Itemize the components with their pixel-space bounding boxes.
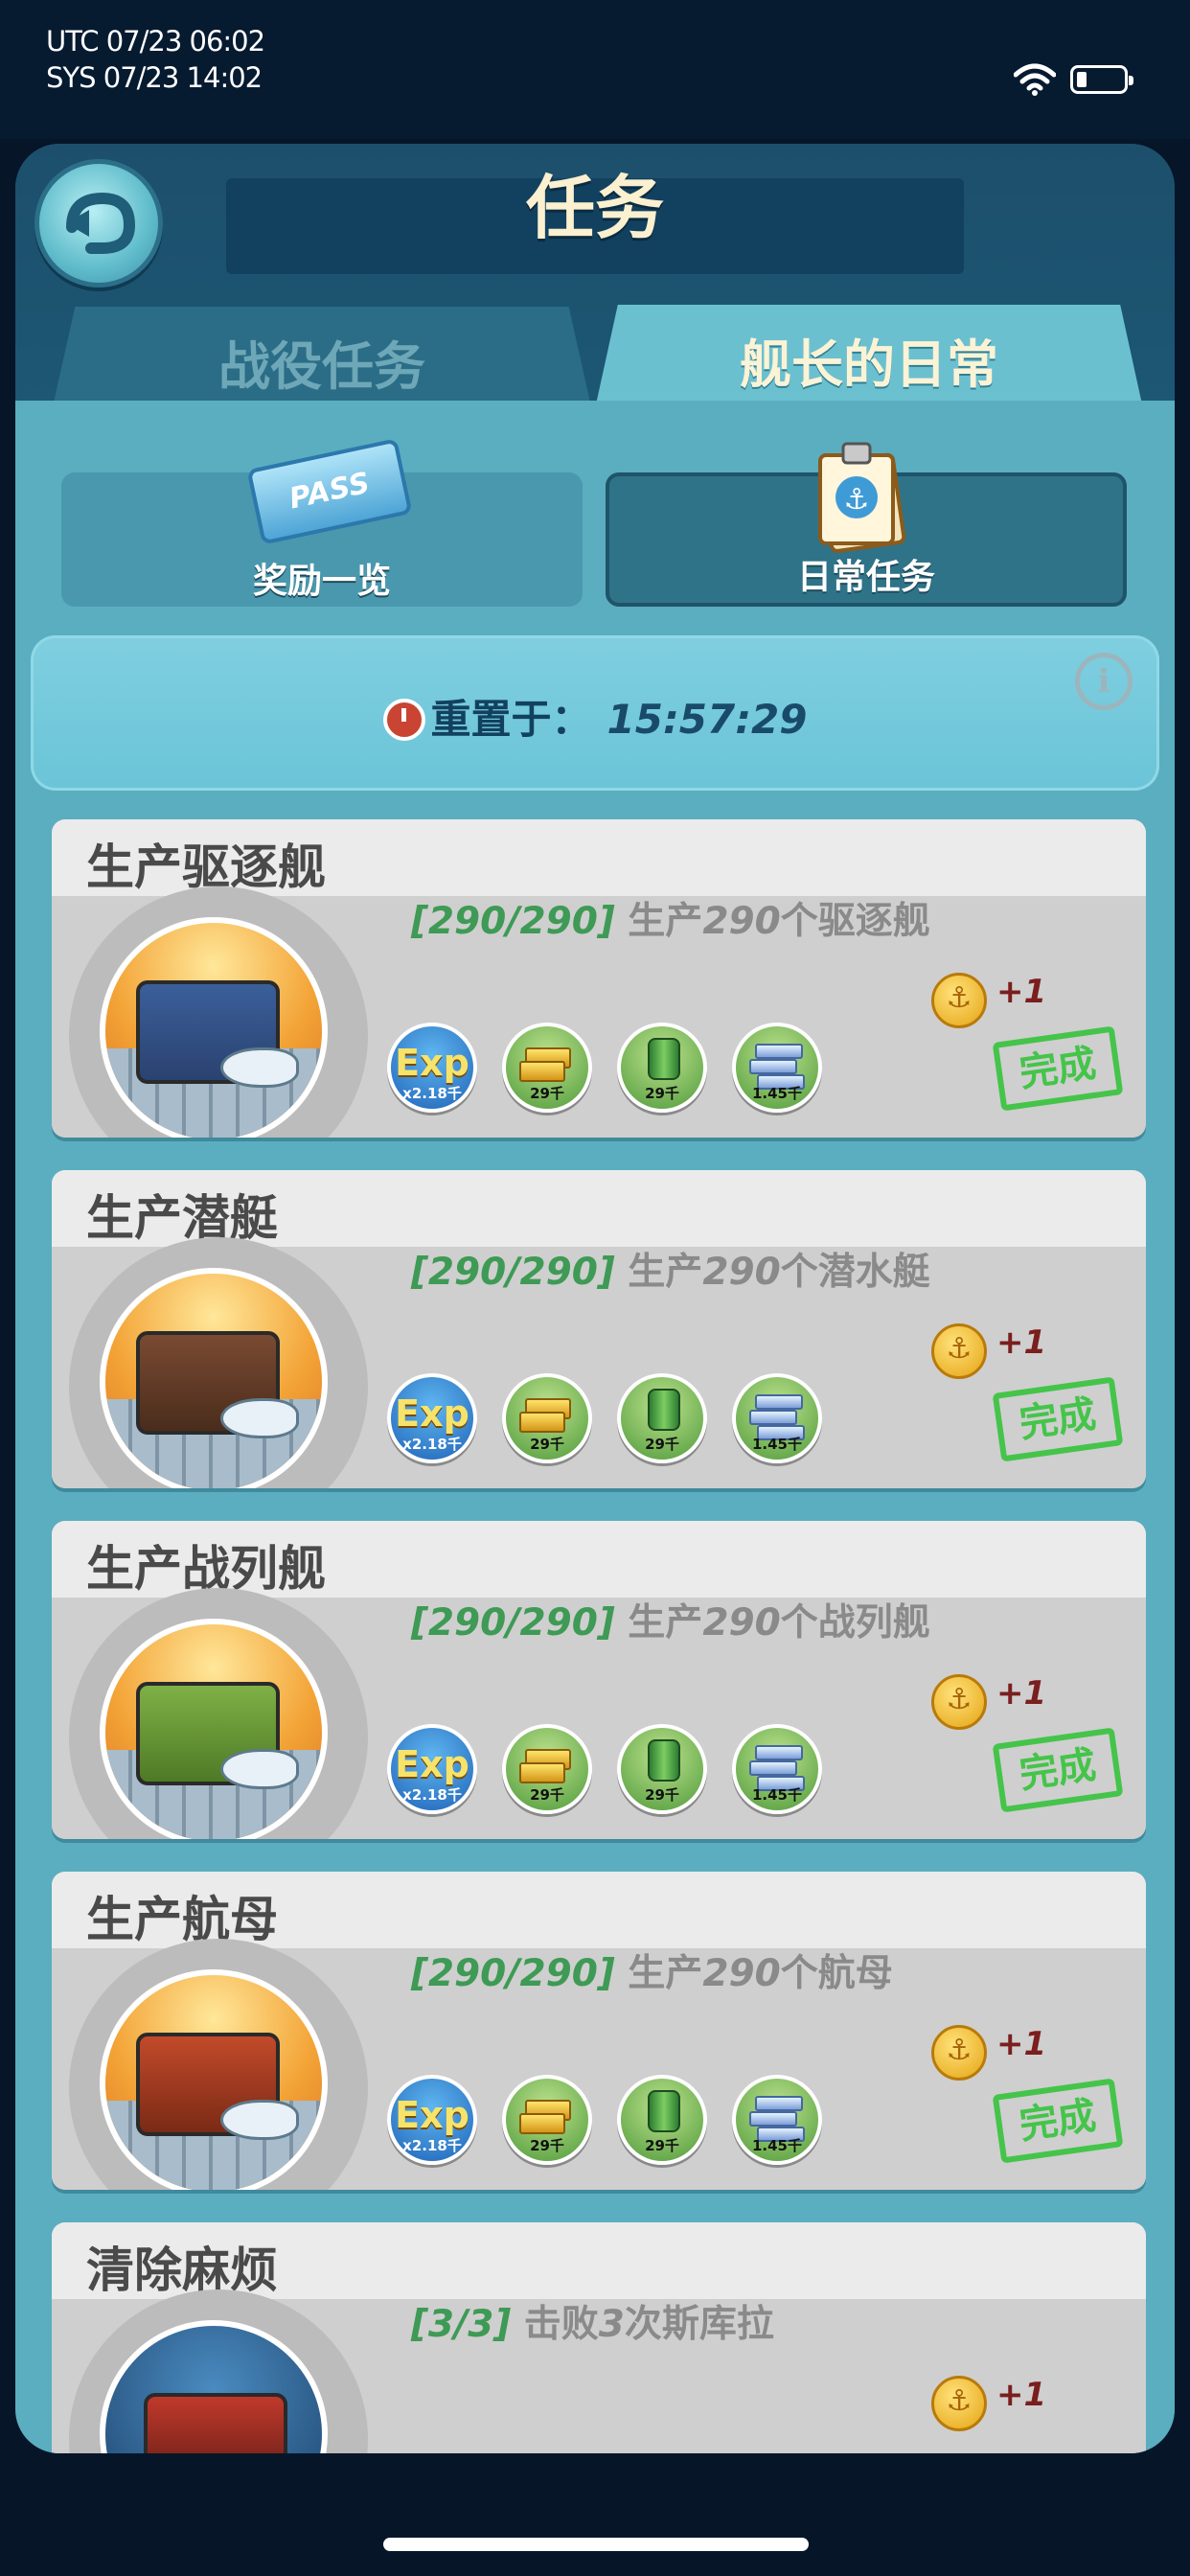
reset-label: 重置于： xyxy=(430,696,592,743)
gold-bar-icon: 29千 xyxy=(502,1724,592,1814)
oil-barrel-icon: 29千 xyxy=(617,1373,707,1463)
task-title: 清除麻烦 xyxy=(86,2242,278,2298)
coin-reward: +1 xyxy=(996,1323,1047,1362)
reset-timer-box: 重置于： 15:57:29 i xyxy=(31,635,1159,791)
sys-time: SYS 07/23 14:02 xyxy=(46,61,263,94)
oil-barrel-icon: 29千 xyxy=(617,1023,707,1113)
task-card: 生产驱逐舰 [290/290] 生产290个驱逐舰 Exp x2.18千 29千 … xyxy=(52,819,1146,1138)
gold-bar-icon: 29千 xyxy=(502,2075,592,2165)
task-progress: [290/290] xyxy=(411,1601,615,1644)
reward-amount: 29千 xyxy=(645,2137,679,2154)
reward-amount: x2.18千 xyxy=(402,1786,462,1804)
battery-icon xyxy=(1070,65,1133,94)
coin-reward: +1 xyxy=(996,2025,1047,2063)
utc-time: UTC 07/23 06:02 xyxy=(46,25,265,58)
clipboard-anchor-icon: ⚓ xyxy=(818,442,906,553)
submarine-factory-image xyxy=(100,1268,328,1488)
task-card: 生产潜艇 [290/290] 生产290个潜水艇 Exp x2.18千 29千 2… xyxy=(52,1170,1146,1488)
task-title: 生产航母 xyxy=(86,1892,278,1947)
bottom-bar xyxy=(0,2453,1190,2576)
reward-amount: x2.18千 xyxy=(402,1436,462,1453)
reset-timer: 重置于： 15:57:29 xyxy=(31,687,1159,746)
reward-amount: 29千 xyxy=(530,2137,564,2154)
tab-campaign-tasks[interactable]: 战役任务 xyxy=(54,307,590,402)
oil-barrel-icon: 29千 xyxy=(617,1724,707,1814)
back-button[interactable] xyxy=(34,159,163,288)
segment-reward-overview[interactable]: PASS 奖励一览 xyxy=(61,438,583,607)
anchor-coin-icon xyxy=(931,1674,987,1730)
reward-amount: 29千 xyxy=(530,1085,564,1102)
task-progress: [290/290] xyxy=(411,900,615,943)
steel-ingot-icon: 1.45千 xyxy=(732,1373,822,1463)
reward-amount: 29千 xyxy=(645,1436,679,1453)
steel-ingot-icon: 1.45千 xyxy=(732,1023,822,1113)
task-header: 生产驱逐舰 xyxy=(52,819,1146,896)
reward-amount: 29千 xyxy=(645,1085,679,1102)
reward-amount: x2.18千 xyxy=(402,1085,462,1102)
reward-amount: 29千 xyxy=(530,1436,564,1453)
task-header: 生产潜艇 xyxy=(52,1170,1146,1247)
gold-bar-icon: 29千 xyxy=(502,1023,592,1113)
reward-amount: 1.45千 xyxy=(751,1436,802,1453)
steel-ingot-icon: 1.45千 xyxy=(732,1724,822,1814)
tab-label: 舰长的日常 xyxy=(740,334,998,395)
task-header: 清除麻烦 xyxy=(52,2222,1146,2299)
reward-amount: 29千 xyxy=(645,1786,679,1804)
oil-barrel-icon: 29千 xyxy=(617,2075,707,2165)
task-title: 生产潜艇 xyxy=(86,1190,278,1246)
task-description: [290/290] 生产290个战列舰 xyxy=(411,1601,930,1644)
wifi-icon xyxy=(1014,63,1056,96)
segment-daily-tasks[interactable]: ⚓ 日常任务 xyxy=(606,442,1127,607)
task-header: 生产战列舰 xyxy=(52,1521,1146,1598)
task-header: 生产航母 xyxy=(52,1872,1146,1948)
info-icon[interactable]: i xyxy=(1075,653,1133,710)
tab-captain-daily[interactable]: 舰长的日常 xyxy=(596,305,1142,404)
segment-label: 日常任务 xyxy=(796,558,935,597)
status-bar: UTC 07/23 06:02 SYS 07/23 14:02 xyxy=(0,0,1190,139)
coin-reward: +1 xyxy=(996,973,1047,1011)
segment-label: 奖励一览 xyxy=(252,562,391,601)
anchor-coin-icon xyxy=(931,973,987,1028)
destroyer-factory-image xyxy=(100,917,328,1138)
task-panel: 任务 战役任务 舰长的日常 PASS 奖励一览 ⚓ 日常任务 重置于： 15:5… xyxy=(15,144,1175,2453)
exp-icon: Exp x2.18千 xyxy=(387,1373,477,1463)
coin-reward: +1 xyxy=(996,1674,1047,1713)
carrier-factory-image xyxy=(100,1969,328,2190)
anchor-coin-icon xyxy=(931,2376,987,2431)
task-card: 生产航母 [290/290] 生产290个航母 Exp x2.18千 29千 29… xyxy=(52,1872,1146,2190)
task-card: 清除麻烦 [3/3] 击败3次斯库拉 +1 xyxy=(52,2222,1146,2453)
task-description: [290/290] 生产290个航母 xyxy=(411,1952,893,1995)
tab-content: PASS 奖励一览 ⚓ 日常任务 重置于： 15:57:29 i 生产驱逐舰 [… xyxy=(15,401,1175,2453)
task-progress: [290/290] xyxy=(411,1952,615,1995)
task-description: [290/290] 生产290个驱逐舰 xyxy=(411,900,930,943)
exp-icon: Exp x2.18千 xyxy=(387,1724,477,1814)
reset-countdown: 15:57:29 xyxy=(606,696,808,743)
pass-ticket-icon: PASS xyxy=(246,438,413,545)
page-title: 任务 xyxy=(525,168,664,248)
anchor-coin-icon xyxy=(931,1323,987,1379)
return-arrow-icon xyxy=(66,192,136,254)
reward-amount: 1.45千 xyxy=(751,1085,802,1102)
reward-amount: x2.18千 xyxy=(402,2137,462,2154)
task-description: [290/290] 生产290个潜水艇 xyxy=(411,1251,930,1294)
task-card: 生产战列舰 [290/290] 生产290个战列舰 Exp x2.18千 29千 … xyxy=(52,1521,1146,1839)
task-progress: [290/290] xyxy=(411,1251,615,1294)
panel-header: 任务 战役任务 舰长的日常 xyxy=(15,144,1175,404)
task-progress: [3/3] xyxy=(411,2303,512,2346)
task-description: [3/3] 击败3次斯库拉 xyxy=(411,2303,774,2346)
coin-reward: +1 xyxy=(996,2376,1047,2414)
exp-icon: Exp x2.18千 xyxy=(387,2075,477,2165)
clock-icon xyxy=(382,699,425,741)
reward-amount: 1.45千 xyxy=(751,1786,802,1804)
reward-amount: 1.45千 xyxy=(751,2137,802,2154)
gold-bar-icon: 29千 xyxy=(502,1373,592,1463)
exp-icon: Exp x2.18千 xyxy=(387,1023,477,1113)
home-indicator[interactable] xyxy=(383,2538,809,2551)
svg-text:⚓: ⚓ xyxy=(844,483,870,517)
reward-amount: 29千 xyxy=(530,1786,564,1804)
battleship-factory-image xyxy=(100,1619,328,1839)
tab-label: 战役任务 xyxy=(218,336,425,397)
steel-ingot-icon: 1.45千 xyxy=(732,2075,822,2165)
anchor-coin-icon xyxy=(931,2025,987,2081)
